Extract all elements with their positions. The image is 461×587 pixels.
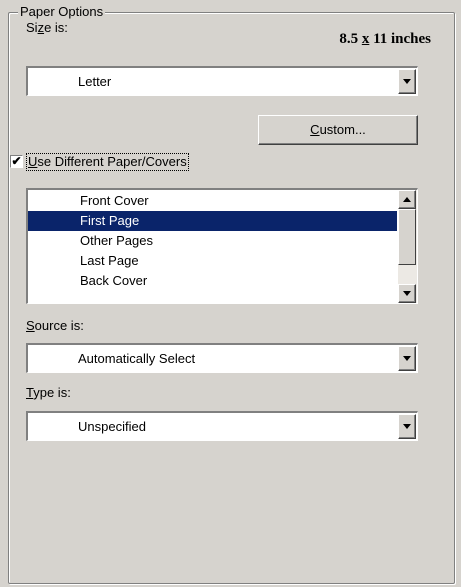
check-icon: ✔	[11, 154, 22, 168]
list-item-last-page[interactable]: Last Page	[28, 251, 397, 271]
type-dropdown[interactable]: Unspecified	[26, 411, 418, 441]
use-different-accel: U	[28, 154, 38, 169]
list-item-front-cover[interactable]: Front Cover	[28, 191, 397, 211]
list-item-back-cover[interactable]: Back Cover	[28, 271, 397, 291]
size-width: 8.5	[339, 31, 359, 47]
size-label: Size is:	[26, 20, 68, 36]
size-dropdown[interactable]: Letter	[26, 66, 418, 96]
chevron-down-icon	[403, 356, 411, 361]
size-height: 11 inches	[369, 31, 431, 47]
scroll-up-button[interactable]	[398, 190, 416, 209]
use-different-paper-label[interactable]: Use Different Paper/Covers	[26, 153, 189, 171]
size-label-pre: Si	[26, 20, 38, 35]
custom-button[interactable]: Custom...	[258, 115, 418, 145]
list-item-first-page[interactable]: First Page	[28, 211, 397, 231]
type-label-text: ype is:	[33, 385, 71, 400]
custom-button-label: ustom...	[319, 122, 366, 137]
scroll-down-button[interactable]	[398, 284, 416, 303]
pages-scrollbar[interactable]	[398, 190, 417, 303]
type-selected-value: Unspecified	[78, 419, 146, 434]
source-label-accel: S	[26, 318, 35, 333]
chevron-up-icon	[403, 197, 411, 202]
size-dimensions: 8.5 x 11 inches	[339, 31, 431, 48]
group-title: Paper Options	[18, 4, 106, 20]
chevron-down-icon	[403, 291, 411, 296]
use-different-paper-checkbox[interactable]: ✔	[10, 155, 23, 168]
size-selected-value: Letter	[78, 74, 112, 89]
size-dropdown-button[interactable]	[398, 69, 416, 94]
custom-button-accel: C	[310, 122, 320, 137]
source-label: Source is:	[26, 318, 84, 334]
type-label: Type is:	[26, 385, 71, 401]
use-different-text: se Different Paper/Covers	[37, 154, 187, 169]
source-dropdown-button[interactable]	[398, 346, 416, 371]
size-label-post: e is:	[44, 20, 68, 35]
chevron-down-icon	[403, 79, 411, 84]
pages-listbox[interactable]: Front Cover First Page Other Pages Last …	[26, 188, 418, 304]
paper-options-panel: Paper Options Size is: 8.5 x 11 inches L…	[0, 0, 461, 587]
source-label-text: ource is:	[34, 318, 84, 333]
scrollbar-thumb[interactable]	[398, 209, 416, 265]
source-dropdown[interactable]: Automatically Select	[26, 343, 418, 373]
source-selected-value: Automatically Select	[78, 351, 196, 366]
list-item-other-pages[interactable]: Other Pages	[28, 231, 397, 251]
type-dropdown-button[interactable]	[398, 414, 416, 439]
chevron-down-icon	[403, 424, 411, 429]
